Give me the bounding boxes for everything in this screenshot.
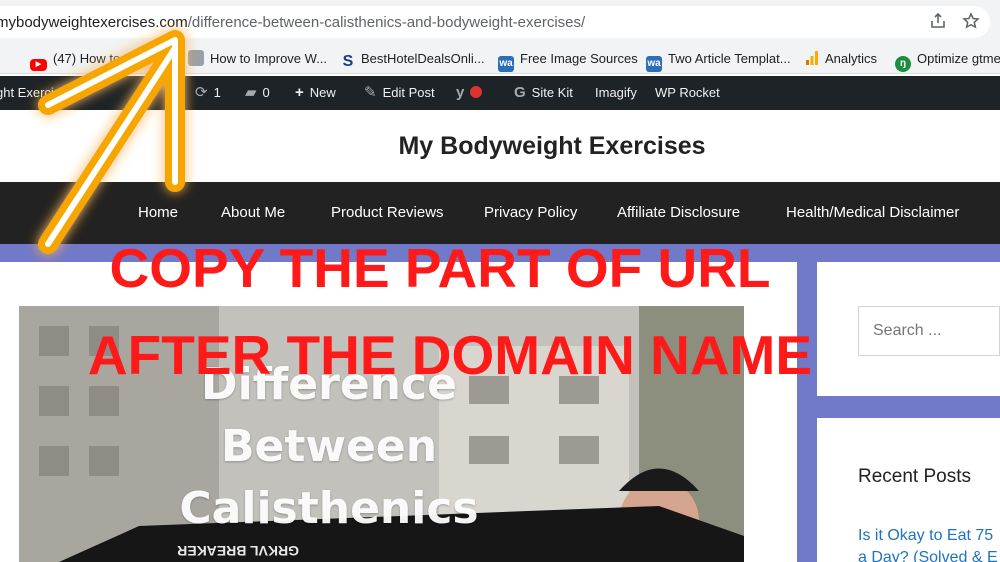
bookmark-analytics[interactable]: Analytics	[805, 50, 877, 68]
yoast-icon: y	[456, 84, 465, 101]
updates-icon: ⟳	[195, 84, 208, 101]
wa-icon: wa	[498, 56, 514, 72]
new-label: New	[309, 85, 336, 100]
analytics-icon	[805, 50, 819, 66]
page-icon	[188, 50, 204, 66]
admin-wp-rocket[interactable]: WP Rocket	[655, 85, 720, 101]
seo-status-dot	[470, 86, 483, 98]
wa-icon: wa	[646, 56, 662, 72]
bookmarks-bar: s ▶ (47) How to Im How to Improve W... SB…	[0, 42, 1000, 74]
admin-site-kit[interactable]: G Site Kit	[514, 85, 573, 101]
admin-site-name[interactable]: ght Exercise	[0, 85, 68, 101]
recent-post-line: a Day? (Solved & E	[858, 549, 998, 562]
url-text[interactable]: mybodyweightexercises.com/difference-bet…	[0, 14, 585, 31]
overlay-instruction-line1: COPY THE PART OF URL	[109, 237, 771, 299]
admin-edit-post[interactable]: ✎ Edit Post	[364, 85, 435, 101]
overlay-instruction-line2: AFTER THE DOMAIN NAME	[87, 324, 813, 386]
nav-affiliate-disclosure[interactable]: Affiliate Disclosure	[617, 204, 740, 221]
recent-post-line: Is it Okay to Eat 75	[858, 527, 994, 544]
bookmark-label: Free Image Sources	[520, 51, 638, 66]
hero-title-line: Calisthenics	[179, 483, 479, 534]
bookmark-label: Two Article Templat...	[668, 51, 791, 66]
nav-product-reviews[interactable]: Product Reviews	[331, 204, 444, 221]
nav-privacy-policy[interactable]: Privacy Policy	[484, 204, 577, 221]
bookmark-improve[interactable]: How to Improve W...	[188, 50, 327, 68]
bookmark-partial[interactable]: s	[0, 50, 1, 68]
bookmark-label: BestHotelDealsOnli...	[361, 51, 485, 66]
pencil-icon: ✎	[364, 84, 377, 101]
youtube-icon: ▶	[30, 59, 47, 71]
wp-admin-bar: ght Exercise ⟳ 1 ▰ 0 + New ✎ Edit Post y G Si…	[0, 76, 1000, 110]
bookmark-label: Analytics	[825, 51, 878, 66]
shirt-text: GRKVL BREAKER	[177, 543, 299, 559]
bookmark-two-article[interactable]: wa Two Article Templat...	[646, 50, 791, 72]
bookmark-optimize[interactable]: ŋ Optimize gtme	[895, 50, 1000, 72]
bookmark-label: (47) How to Im	[53, 51, 139, 66]
optimize-icon: ŋ	[895, 56, 911, 72]
recent-posts-title: Recent Posts	[858, 466, 971, 487]
admin-new[interactable]: + New	[295, 85, 336, 101]
plus-icon: +	[295, 84, 304, 101]
bookmark-besthotel[interactable]: S BestHotelDealsOnli...	[341, 50, 485, 70]
primary-nav: Home About Me Product Reviews Privacy Po…	[0, 182, 1000, 244]
bookmark-label: Optimize gtme	[917, 51, 1000, 66]
url-domain: mybodyweightexercises.com	[0, 14, 188, 31]
comments-count: 0	[262, 85, 270, 100]
share-icon[interactable]	[929, 12, 947, 30]
admin-imagify[interactable]: Imagify	[595, 85, 637, 101]
url-path: /difference-between-calisthenics-and-bod…	[187, 14, 586, 31]
edit-post-label: Edit Post	[382, 85, 435, 100]
star-icon[interactable]	[962, 12, 980, 30]
site-kit-label: Site Kit	[531, 85, 573, 100]
bookmark-free-image[interactable]: wa Free Image Sources	[498, 50, 638, 72]
site-header: My Bodyweight Exercises	[0, 110, 1000, 182]
browser-address-bar: mybodyweightexercises.com/difference-bet…	[0, 0, 1000, 42]
google-g-icon: G	[514, 84, 526, 101]
admin-comments[interactable]: ▰ 0	[245, 85, 270, 101]
bookmark-label: How to Improve W...	[210, 51, 328, 66]
s-logo-icon: S	[342, 53, 354, 70]
comment-icon: ▰	[245, 84, 257, 101]
nav-about-me[interactable]: About Me	[221, 204, 285, 221]
nav-home[interactable]: Home	[138, 204, 178, 221]
hero-title-line: Between	[220, 421, 438, 472]
site-title[interactable]: My Bodyweight Exercises	[0, 132, 1000, 161]
url-field[interactable]: mybodyweightexercises.com/difference-bet…	[0, 6, 990, 38]
nav-health-disclaimer[interactable]: Health/Medical Disclaimer	[786, 204, 959, 221]
bookmark-youtube[interactable]: ▶ (47) How to Im	[30, 50, 139, 71]
yoast-menu[interactable]: y	[456, 84, 483, 101]
recent-post-link[interactable]: Is it Okay to Eat 75 a Day? (Solved & E	[858, 525, 1000, 562]
updates-count: 1	[213, 85, 221, 100]
admin-updates[interactable]: ⟳ 1	[195, 85, 221, 101]
